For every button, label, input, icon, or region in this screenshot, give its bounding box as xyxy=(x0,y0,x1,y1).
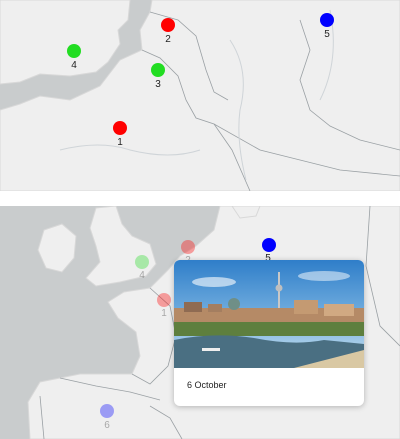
panel-separator xyxy=(0,191,400,206)
photo-cloud xyxy=(192,277,236,287)
photo-tv-tower-sphere xyxy=(275,284,283,292)
map-marker-5[interactable] xyxy=(320,13,334,27)
map-panel-top[interactable]: 1 2 3 4 5 xyxy=(0,0,400,191)
map-marker-2[interactable] xyxy=(181,240,195,254)
marker-popup[interactable]: 6 October xyxy=(174,260,364,406)
marker-label-1: 1 xyxy=(117,137,123,148)
photo-building xyxy=(208,304,222,312)
map-marker-3[interactable] xyxy=(151,63,165,77)
popup-caption: 6 October xyxy=(187,380,227,390)
photo-boat xyxy=(202,348,220,351)
marker-label-5: 5 xyxy=(324,29,330,40)
marker-label-3: 3 xyxy=(155,79,161,90)
photo-cloud xyxy=(298,271,350,281)
marker-label-2: 2 xyxy=(165,34,171,45)
map-marker-5[interactable] xyxy=(262,238,276,252)
map-marker-6[interactable] xyxy=(100,404,114,418)
marker-label-6: 6 xyxy=(104,420,110,431)
photo-building xyxy=(324,304,354,316)
berlin-skyline-photo xyxy=(174,260,364,368)
photo-trees xyxy=(174,322,364,336)
marker-label-4: 4 xyxy=(139,270,145,281)
photo-building xyxy=(184,302,202,312)
map-marker-1[interactable] xyxy=(157,293,171,307)
map-marker-4[interactable] xyxy=(67,44,81,58)
marker-label-4: 4 xyxy=(71,60,77,71)
marker-label-1: 1 xyxy=(161,308,167,319)
map-marker-2[interactable] xyxy=(161,18,175,32)
photo-dome xyxy=(228,298,240,310)
map-marker-1[interactable] xyxy=(113,121,127,135)
photo-tv-tower xyxy=(278,272,280,314)
basemap-top xyxy=(0,0,400,191)
map-marker-4[interactable] xyxy=(135,255,149,269)
map-panel-bottom[interactable]: 4 2 1 5 6 xyxy=(0,206,400,439)
photo-building xyxy=(294,300,318,314)
